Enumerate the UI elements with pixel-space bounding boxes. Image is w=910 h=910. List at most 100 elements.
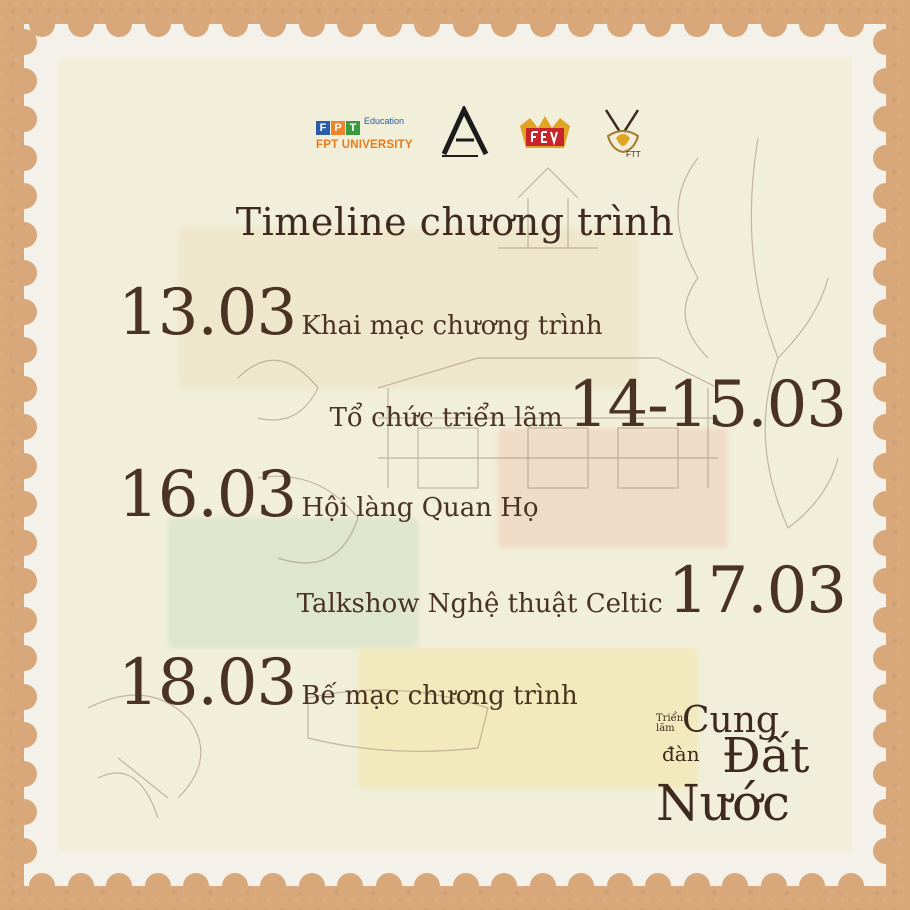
stamp-perforation (11, 375, 37, 402)
stamp-perforation (144, 11, 171, 37)
stamp-perforation (11, 298, 37, 325)
timeline-date: 17.03 (667, 554, 847, 628)
ftt-label: FTT (626, 150, 641, 159)
stamp-perforation (873, 260, 899, 286)
stamp-perforation (106, 11, 132, 37)
stamp-perforation (568, 873, 594, 899)
stamp-perforation (337, 873, 363, 899)
stamp-perforation (873, 337, 899, 363)
stamp-perforation (873, 799, 899, 825)
stamp-perforation (568, 11, 594, 37)
stamp-perforation (606, 11, 633, 37)
stamp-perforation (873, 760, 899, 787)
stamp-perforation (452, 11, 479, 37)
stamp-perforation (873, 568, 899, 594)
stamp-perforation (298, 11, 325, 37)
stamp-perforation (11, 29, 37, 55)
stamp-perforation (491, 873, 517, 899)
stamp-perforation (11, 683, 37, 710)
stamp-perforation (260, 11, 286, 37)
stamp-perforation (873, 106, 899, 132)
ftt-logo-icon: FTT (598, 106, 648, 164)
stamp-perforation (29, 873, 55, 899)
stamp-perforation (873, 683, 899, 710)
stamp-perforation (414, 873, 440, 899)
stamp-perforation (11, 491, 37, 517)
stamp-perforation (873, 722, 899, 748)
stamp-perforation (144, 873, 171, 899)
fpt-letter-f: F (316, 121, 330, 135)
timeline-row: 13.03 Khai mạc chương trình (118, 276, 603, 350)
timeline-row: Tổ chức triển lãm 14-15.03 (329, 368, 847, 442)
brand-small-text: Triển lãm (656, 713, 684, 734)
stamp-perforation (67, 11, 94, 37)
exhibition-brand-mark: Triển lãm Cung đàn Đất Nước (656, 700, 846, 852)
stamp-perforation (873, 144, 899, 171)
stamp-perforation (873, 183, 899, 209)
stamp-perforation (183, 873, 209, 899)
stamp-perforation (414, 11, 440, 37)
fpt-letter-t: T (346, 121, 360, 135)
stamp-perforation (11, 606, 37, 633)
page-title: Timeline chương trình (235, 200, 675, 244)
stamp-perforation (873, 298, 899, 325)
stamp-artwork: F P TEducation FPT UNIVERSITY FTT Timeli… (58, 58, 852, 852)
timeline-row: 18.03 Bế mạc chương trình (118, 646, 578, 720)
stamp-perforation (722, 873, 748, 899)
stamp-perforation (11, 760, 37, 787)
timeline-date: 14-15.03 (567, 368, 847, 442)
postage-stamp: F P TEducation FPT UNIVERSITY FTT Timeli… (11, 11, 899, 899)
stamp-perforation (11, 414, 37, 440)
partner-logos: F P TEducation FPT UNIVERSITY FTT (308, 104, 668, 166)
stamp-perforation (683, 873, 710, 899)
timeline-date: 13.03 (118, 276, 297, 350)
stamp-perforation (683, 11, 710, 37)
timeline-date: 16.03 (118, 458, 297, 532)
fpt-around-logo-icon (438, 104, 494, 160)
stamp-perforation (11, 568, 37, 594)
stamp-perforation (873, 837, 899, 864)
timeline-event: Tổ chức triển lãm (329, 403, 563, 433)
timeline-date: 18.03 (118, 646, 297, 720)
timeline-event: Hội làng Quan Họ (301, 493, 539, 523)
brand-word-nuoc: Nước (656, 774, 791, 832)
stamp-perforation (11, 183, 37, 209)
stamp-perforation (11, 452, 37, 479)
stamp-perforation (67, 873, 94, 899)
stamp-perforation (11, 722, 37, 748)
timeline-event: Talkshow Nghệ thuật Celtic (296, 589, 663, 619)
stamp-perforation (529, 873, 556, 899)
fpt-university-label: FPT UNIVERSITY (316, 139, 413, 151)
fev-logo-icon (516, 114, 574, 154)
stamp-perforation (11, 144, 37, 171)
fpt-university-logo: F P T Education FPT UNIVERSITY (316, 116, 426, 151)
stamp-perforation (337, 11, 363, 37)
stamp-perforation (837, 11, 864, 37)
stamp-perforation (873, 529, 899, 556)
timeline-row: Talkshow Nghệ thuật Celtic 17.03 (296, 554, 847, 628)
stamp-perforation (760, 873, 787, 899)
timeline-event: Bế mạc chương trình (301, 681, 578, 711)
timeline-event: Khai mạc chương trình (301, 311, 603, 341)
stamp-perforation (452, 873, 479, 899)
stamp-perforation (873, 375, 899, 402)
stamp-perforation (873, 491, 899, 517)
stamp-perforation (11, 799, 37, 825)
stamp-perforation (873, 645, 899, 671)
stamp-perforation (645, 873, 671, 899)
stamp-perforation (11, 260, 37, 286)
stamp-perforation (760, 11, 787, 37)
fpt-education-label: Education (364, 116, 405, 126)
stamp-perforation (11, 529, 37, 556)
stamp-perforation (11, 645, 37, 671)
stamp-perforation (11, 221, 37, 248)
stamp-perforation (221, 873, 248, 899)
timeline-row: 16.03 Hội làng Quan Họ (118, 458, 539, 532)
stamp-perforation (873, 606, 899, 633)
stamp-perforation (873, 29, 899, 55)
stamp-perforation (837, 873, 864, 899)
stamp-perforation (11, 67, 37, 94)
stamp-perforation (873, 452, 899, 479)
stamp-perforation (645, 11, 671, 37)
stamp-perforation (799, 873, 825, 899)
